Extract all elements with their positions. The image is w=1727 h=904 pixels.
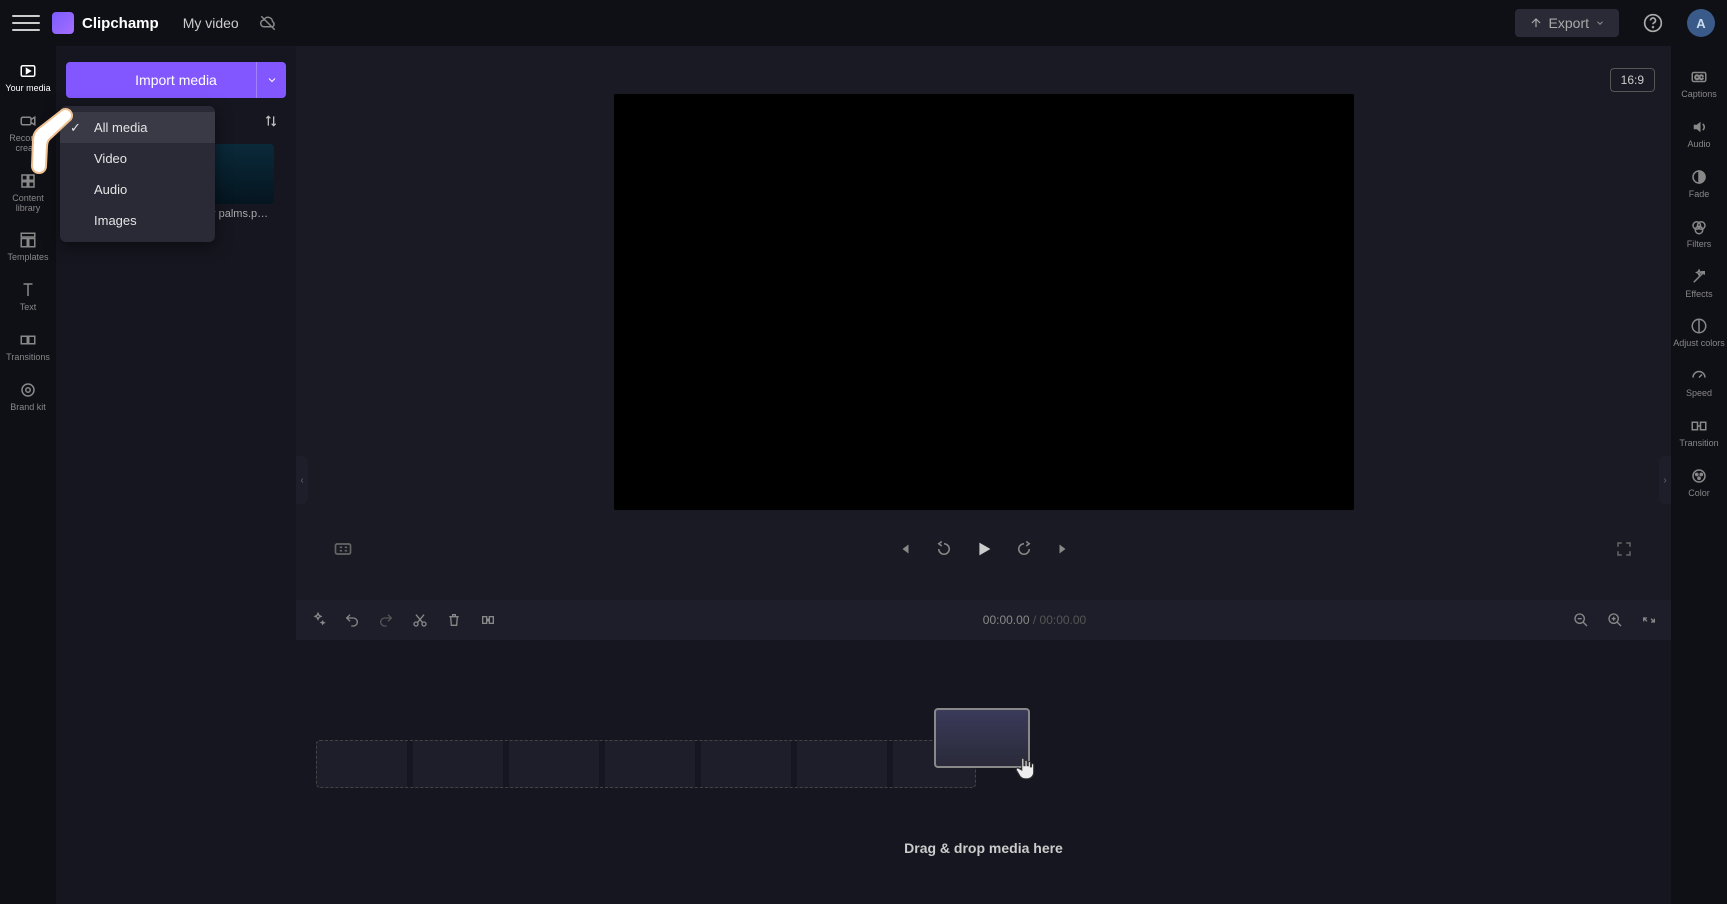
right-rail-adjust-colors[interactable]: Adjust colors bbox=[1671, 309, 1727, 357]
split-icon[interactable] bbox=[480, 612, 496, 628]
timeline[interactable]: Drag & drop media here bbox=[296, 640, 1671, 904]
text-icon bbox=[18, 281, 38, 299]
zoom-out-icon[interactable] bbox=[1573, 612, 1589, 628]
filter-menu: ✓ All media Video Audio Images bbox=[60, 106, 215, 242]
drop-hint: Drag & drop media here bbox=[296, 840, 1671, 856]
app-name: Clipchamp bbox=[82, 15, 159, 32]
help-icon[interactable] bbox=[1643, 13, 1663, 33]
right-rail-effects[interactable]: Effects bbox=[1671, 260, 1727, 308]
zoom-in-icon[interactable] bbox=[1607, 612, 1623, 628]
delete-icon[interactable] bbox=[446, 612, 462, 628]
audio-icon bbox=[1689, 118, 1709, 136]
left-rail: Your media Record & create Content libra… bbox=[0, 46, 56, 904]
sidebar-item-brand-kit[interactable]: Brand kit bbox=[0, 373, 56, 421]
upload-icon bbox=[1529, 16, 1543, 30]
collapse-panel-right[interactable]: › bbox=[1659, 456, 1671, 504]
sidebar-item-templates[interactable]: Templates bbox=[0, 223, 56, 271]
import-media-button[interactable]: Import media bbox=[66, 62, 286, 98]
export-button[interactable]: Export bbox=[1515, 9, 1619, 37]
chevron-down-icon bbox=[1595, 18, 1605, 28]
import-chevron-icon[interactable] bbox=[256, 62, 286, 98]
sort-button[interactable] bbox=[258, 108, 284, 134]
drag-cursor-icon bbox=[1012, 756, 1038, 782]
sidebar-item-content-library[interactable]: Content library bbox=[0, 164, 56, 222]
sidebar-item-text[interactable]: Text bbox=[0, 273, 56, 321]
svg-text:CC: CC bbox=[1695, 75, 1704, 81]
fit-icon[interactable] bbox=[1641, 612, 1657, 628]
captions-icon: CC bbox=[1689, 68, 1709, 86]
check-icon: ✓ bbox=[70, 120, 81, 136]
library-icon bbox=[18, 172, 38, 190]
player-controls bbox=[296, 538, 1671, 560]
timeline-toolbar: 00:00.00 / 00:00.00 bbox=[296, 600, 1671, 640]
preview-area: 16:9 bbox=[296, 46, 1671, 586]
seek-back-icon[interactable] bbox=[933, 538, 955, 560]
undo-icon[interactable] bbox=[344, 612, 360, 628]
timecode: 00:00.00 / 00:00.00 bbox=[983, 613, 1086, 627]
sort-icon bbox=[263, 113, 279, 129]
right-rail-captions[interactable]: CC Captions bbox=[1671, 60, 1727, 108]
timeline-drop-zone[interactable] bbox=[316, 740, 976, 788]
video-title[interactable]: My video bbox=[183, 15, 239, 31]
transition-icon bbox=[1689, 417, 1709, 435]
media-icon bbox=[18, 62, 38, 80]
right-rail-transition[interactable]: Transition bbox=[1671, 409, 1727, 457]
topbar: Clipchamp My video Export A bbox=[0, 0, 1727, 46]
export-label: Export bbox=[1549, 15, 1589, 31]
sidebar-item-your-media[interactable]: Your media bbox=[0, 54, 56, 102]
filter-menu-images[interactable]: Images bbox=[60, 205, 215, 236]
aspect-ratio-button[interactable]: 16:9 bbox=[1610, 68, 1655, 92]
right-rail-filters[interactable]: Filters bbox=[1671, 210, 1727, 258]
fullscreen-icon[interactable] bbox=[1613, 538, 1635, 560]
magic-icon[interactable] bbox=[310, 612, 326, 628]
media-panel: Import media …mp4 Summer palms.p… ✓ All … bbox=[56, 46, 296, 904]
templates-icon bbox=[18, 231, 38, 249]
sidebar-item-record[interactable]: Record & create bbox=[0, 104, 56, 162]
sidebar-item-transitions[interactable]: Transitions bbox=[0, 323, 56, 371]
app-logo[interactable]: Clipchamp bbox=[52, 12, 159, 34]
right-rail-speed[interactable]: Speed bbox=[1671, 359, 1727, 407]
skip-forward-icon[interactable] bbox=[1053, 538, 1075, 560]
collapse-panel-left[interactable]: ‹ bbox=[296, 456, 308, 504]
filter-menu-video[interactable]: Video bbox=[60, 143, 215, 174]
logo-icon bbox=[52, 12, 74, 34]
right-rail-fade[interactable]: Fade bbox=[1671, 160, 1727, 208]
preview-canvas[interactable] bbox=[614, 94, 1354, 510]
filter-menu-all-media[interactable]: ✓ All media bbox=[60, 112, 215, 143]
cut-icon[interactable] bbox=[412, 612, 428, 628]
cloud-off-icon bbox=[259, 14, 277, 32]
adjust-icon bbox=[1689, 317, 1709, 335]
right-rail-color[interactable]: Color bbox=[1671, 459, 1727, 507]
color-icon bbox=[1689, 467, 1709, 485]
filter-menu-audio[interactable]: Audio bbox=[60, 174, 215, 205]
transitions-icon bbox=[18, 331, 38, 349]
redo-icon[interactable] bbox=[378, 612, 394, 628]
fade-icon bbox=[1689, 168, 1709, 186]
skip-back-icon[interactable] bbox=[893, 538, 915, 560]
closed-captions-icon[interactable] bbox=[332, 538, 354, 560]
speed-icon bbox=[1689, 367, 1709, 385]
right-rail-audio[interactable]: Audio bbox=[1671, 110, 1727, 158]
seek-forward-icon[interactable] bbox=[1013, 538, 1035, 560]
avatar[interactable]: A bbox=[1687, 9, 1715, 37]
menu-button[interactable] bbox=[12, 9, 40, 37]
brand-icon bbox=[18, 381, 38, 399]
play-button[interactable] bbox=[973, 538, 995, 560]
right-rail: CC Captions Audio Fade Filters Effects A… bbox=[1671, 46, 1727, 904]
filters-icon bbox=[1689, 218, 1709, 236]
effects-icon bbox=[1689, 268, 1709, 286]
camera-icon bbox=[18, 112, 38, 130]
